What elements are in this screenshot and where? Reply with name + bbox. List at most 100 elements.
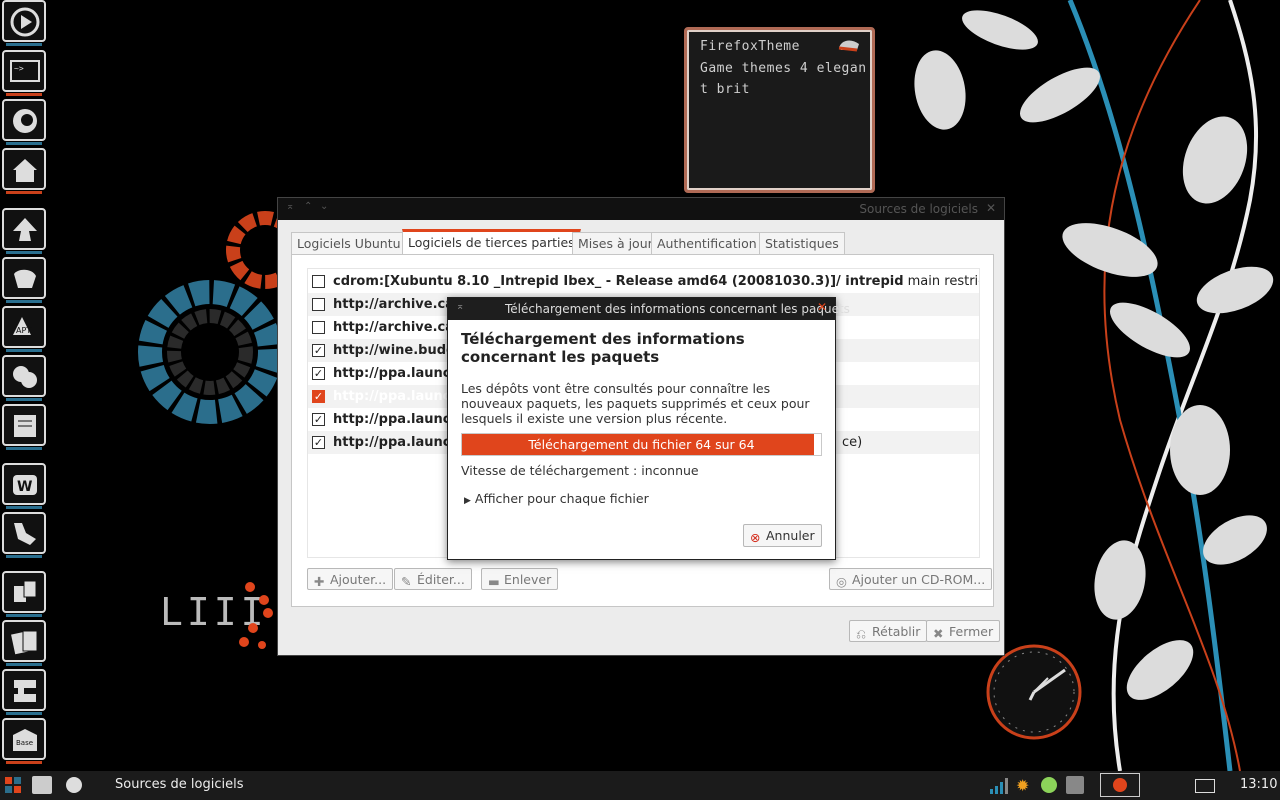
cancel-button[interactable]: ⊗ Annuler — [743, 524, 822, 547]
add-button[interactable]: ✚ Ajouter... — [307, 568, 394, 590]
window-titlebar[interactable]: ⌅ ⌃ ⌄ Sources de logiciels ✕ — [278, 198, 1004, 220]
dock-calc[interactable] — [2, 512, 46, 558]
window-menu-icon[interactable]: ⌅ — [286, 201, 294, 212]
document-icon — [14, 415, 36, 437]
dock-apt[interactable]: APT — [2, 306, 46, 352]
source-checkbox[interactable] — [312, 321, 325, 334]
minus-icon: ▬ — [488, 574, 500, 589]
cancel-icon: ⊗ — [750, 530, 761, 545]
package-icon: APT — [13, 317, 31, 335]
note-line: FirefoxTheme — [700, 39, 800, 54]
dock-inkscape[interactable] — [2, 208, 46, 254]
plus-icon: ✚ — [314, 574, 325, 589]
dock-tetris[interactable] — [2, 669, 46, 715]
play-icon — [10, 7, 40, 37]
tab-statistiques[interactable]: Statistiques — [759, 232, 845, 254]
inkscape-icon — [13, 218, 37, 241]
home-icon — [13, 159, 37, 182]
dock-home[interactable] — [2, 148, 46, 194]
remove-button[interactable]: ▬ Enlever — [481, 568, 559, 590]
close-x-icon: ✖ — [933, 626, 944, 641]
source-components: main restricted — [907, 274, 979, 289]
firefox-icon — [1113, 778, 1127, 792]
sticky-note: FirefoxTheme Game themes 4 elegan t brit — [684, 27, 875, 193]
source-checkbox[interactable]: ✓ — [312, 344, 325, 357]
revert-icon: ⎌ — [856, 626, 867, 641]
clock[interactable]: 13:10 — [1240, 777, 1277, 792]
dock-mahjongg[interactable] — [2, 571, 46, 617]
source-uri: http://ppa.launch — [333, 412, 460, 427]
svg-text:Base: Base — [16, 739, 33, 747]
window-list-icon[interactable] — [1195, 779, 1215, 793]
source-uri: http://archive.ca — [333, 320, 454, 335]
close-button[interactable]: ✖ Fermer — [926, 620, 1001, 642]
tiles-icon — [14, 580, 37, 602]
tab-authentification[interactable]: Authentification — [651, 232, 763, 254]
app-icon[interactable] — [66, 777, 82, 793]
dock-terminal[interactable]: ~> — [2, 50, 46, 96]
tab-mises-a-jour[interactable]: Mises à jour — [572, 232, 659, 254]
dialog-description: Les dépôts vont être consultés pour conn… — [461, 381, 810, 426]
note-line: t brit — [700, 82, 750, 97]
source-uri: http://archive.ca — [333, 297, 454, 312]
window-menu-icon[interactable]: ⌅ — [456, 301, 464, 312]
dock-base[interactable]: Base — [2, 718, 46, 764]
details-expander[interactable]: ▶ Afficher pour chaque fichier — [464, 491, 649, 506]
svg-text:W: W — [17, 479, 32, 495]
dialog-title: Téléchargement des informations concerna… — [505, 302, 850, 316]
terminal-icon: ~> — [10, 60, 40, 82]
eraser-icon — [838, 40, 859, 52]
firefox-icon — [13, 109, 37, 133]
dock-media-player[interactable] — [2, 0, 46, 46]
dock-solitaire[interactable] — [2, 620, 46, 666]
taskbar-task[interactable]: Sources de logiciels — [115, 777, 244, 792]
cards-icon — [11, 630, 38, 655]
source-uri: cdrom:[Xubuntu 8.10 _Intrepid Ibex_ - Re… — [333, 274, 904, 289]
edit-button[interactable]: ✎ Éditer... — [394, 568, 472, 590]
dock-firefox[interactable] — [2, 99, 46, 145]
gimp-icon — [14, 269, 36, 288]
show-desktop-icon[interactable] — [32, 776, 52, 794]
dock-editor[interactable] — [2, 404, 46, 450]
source-checkbox[interactable] — [312, 275, 325, 288]
dock-messenger[interactable] — [2, 355, 46, 401]
add-cdrom-button[interactable]: ◎ Ajouter un CD-ROM... — [829, 568, 993, 590]
update-icon[interactable] — [1041, 777, 1057, 793]
svg-text:~>: ~> — [14, 64, 24, 73]
source-checkbox[interactable]: ✓ — [312, 367, 325, 380]
minimize-icon[interactable]: ⌄ — [320, 201, 328, 212]
database-icon: Base — [13, 729, 37, 751]
source-checkbox[interactable]: ✓ — [312, 436, 325, 449]
tab-tierces-parties[interactable]: Logiciels de tierces parties — [402, 229, 581, 255]
download-progress-bar: Téléchargement du fichier 64 sur 64 — [461, 433, 822, 456]
network-signal-icon[interactable] — [990, 778, 1008, 794]
maximize-icon[interactable]: ⌃ — [304, 201, 312, 212]
source-uri: http://wine.budg — [333, 343, 456, 358]
download-speed: Vitesse de téléchargement : inconnue — [461, 463, 699, 478]
window-title: Sources de logiciels — [859, 202, 978, 216]
revert-button[interactable]: ⎌ Rétablir — [849, 620, 928, 642]
source-checkbox[interactable] — [312, 298, 325, 311]
cdrom-icon: ◎ — [836, 574, 847, 589]
edit-icon: ✎ — [401, 574, 412, 589]
menu-icon[interactable] — [5, 777, 21, 793]
cpu-icon[interactable] — [1066, 776, 1084, 794]
source-uri: http://ppa.launch — [333, 366, 460, 381]
source-checkbox[interactable]: ✓ — [312, 413, 325, 426]
close-icon[interactable]: ✕ — [817, 300, 827, 314]
close-icon[interactable]: ✕ — [986, 201, 996, 215]
source-uri: http://ppa.launch — [333, 435, 460, 450]
source-uri: http://ppa.launc — [333, 389, 451, 404]
source-checkbox[interactable]: ✓ — [312, 390, 325, 403]
application-dock: ~> APT W Base — [0, 0, 48, 770]
taskbar: Sources de logiciels ✹ 13:10 — [0, 771, 1280, 800]
dialog-titlebar[interactable]: ⌅ Téléchargement des informations concer… — [448, 298, 850, 320]
dock-gimp[interactable] — [2, 257, 46, 303]
taskbar-firefox-button[interactable] — [1100, 773, 1140, 797]
tab-logiciels-ubuntu[interactable]: Logiciels Ubuntu — [291, 232, 407, 254]
chat-icon — [13, 366, 37, 388]
download-dialog: ⌅ Téléchargement des informations concer… — [447, 297, 850, 560]
weather-icon[interactable]: ✹ — [1016, 776, 1034, 795]
dock-writer[interactable]: W — [2, 463, 46, 509]
source-row[interactable]: cdrom:[Xubuntu 8.10 _Intrepid Ibex_ - Re… — [308, 270, 979, 293]
